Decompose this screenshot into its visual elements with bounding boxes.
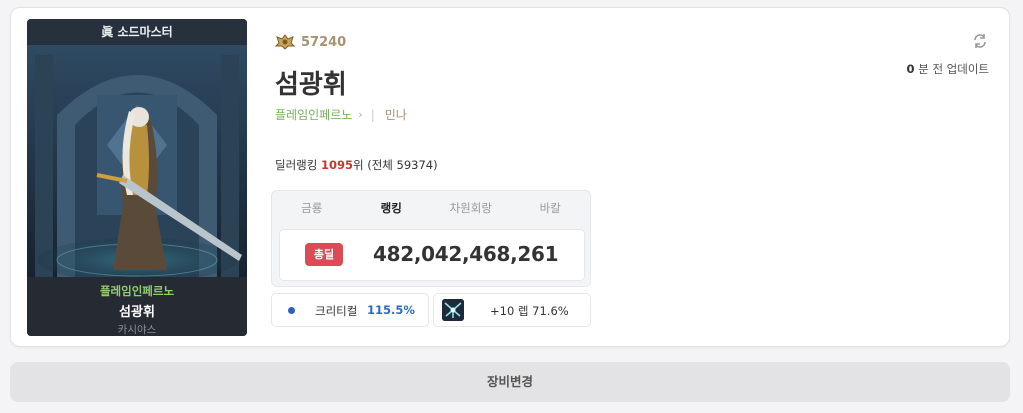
enhancement-skill-icon (442, 299, 464, 321)
character-info: 플레임인페르노 섬광휘 카시야스 (27, 277, 247, 336)
tab-ranking[interactable]: 랭킹 (352, 191, 432, 225)
update-status: 0 분 전 업데이트 (907, 61, 989, 77)
adventure-link[interactable]: 플레임인페르노 (275, 106, 352, 123)
rank-suffix: 위 (전체 59374) (353, 158, 438, 172)
character-name: 섬광휘 (119, 305, 155, 320)
rank-position: 1095 (320, 158, 353, 172)
chevron-right-icon: › (358, 108, 363, 121)
adventure-name: 민나 (384, 108, 407, 122)
rank-prefix: 딜러랭킹 (275, 158, 321, 172)
change-equipment-button[interactable]: 장비변경 (10, 362, 1010, 402)
stat-tabs: 금룡 랭킹 차원회랑 바칼 (272, 191, 590, 225)
total-damage-badge: 총딜 (305, 243, 343, 266)
critical-stat: 크리티컬 115.5% (271, 293, 429, 327)
enhancement-stat: +10 렙 71.6% (433, 293, 591, 327)
refresh-icon[interactable] (971, 32, 989, 50)
tab-dimension-corridor[interactable]: 차원회랑 (431, 191, 511, 225)
fame-crest-icon (275, 34, 295, 50)
adventure-row: 플레임인페르노 › | 민나 (275, 106, 407, 123)
dealer-rank: 딜러랭킹 1095위 (전체 59374) (275, 157, 438, 173)
character-art-image (27, 45, 247, 277)
total-damage-value: 482,042,468,261 (373, 242, 559, 266)
job-title: 眞 소드마스터 (27, 19, 247, 45)
tab-bakal[interactable]: 바칼 (511, 191, 591, 225)
total-damage-box: 총딜 482,042,468,261 (279, 229, 585, 281)
divider: | (370, 107, 375, 122)
bullet-icon (288, 307, 295, 314)
enhancement-text: +10 렙 71.6% (490, 304, 569, 318)
fame-value: 57240 (301, 34, 347, 50)
update-label: 분 전 업데이트 (914, 62, 989, 76)
tab-golden-dragon[interactable]: 금룡 (272, 191, 352, 225)
character-card: 眞 소드마스터 플레임인페르노 섬광휘 카시야스 57240 섬광휘 플레임인페… (10, 7, 1010, 347)
critical-label: 크리티컬 (315, 304, 358, 318)
critical-value: 115.5% (367, 303, 415, 317)
character-portrait[interactable]: 眞 소드마스터 플레임인페르노 섬광휘 카시야스 (27, 19, 247, 336)
page-title: 섬광휘 (275, 70, 347, 100)
guild-name: 플레임인페르노 (99, 284, 175, 298)
update-minutes: 0 (906, 62, 915, 76)
server-name: 카시야스 (117, 324, 157, 336)
damage-panel: 금룡 랭킹 차원회랑 바칼 총딜 482,042,468,261 (271, 190, 591, 287)
fame-row: 57240 (275, 34, 346, 50)
